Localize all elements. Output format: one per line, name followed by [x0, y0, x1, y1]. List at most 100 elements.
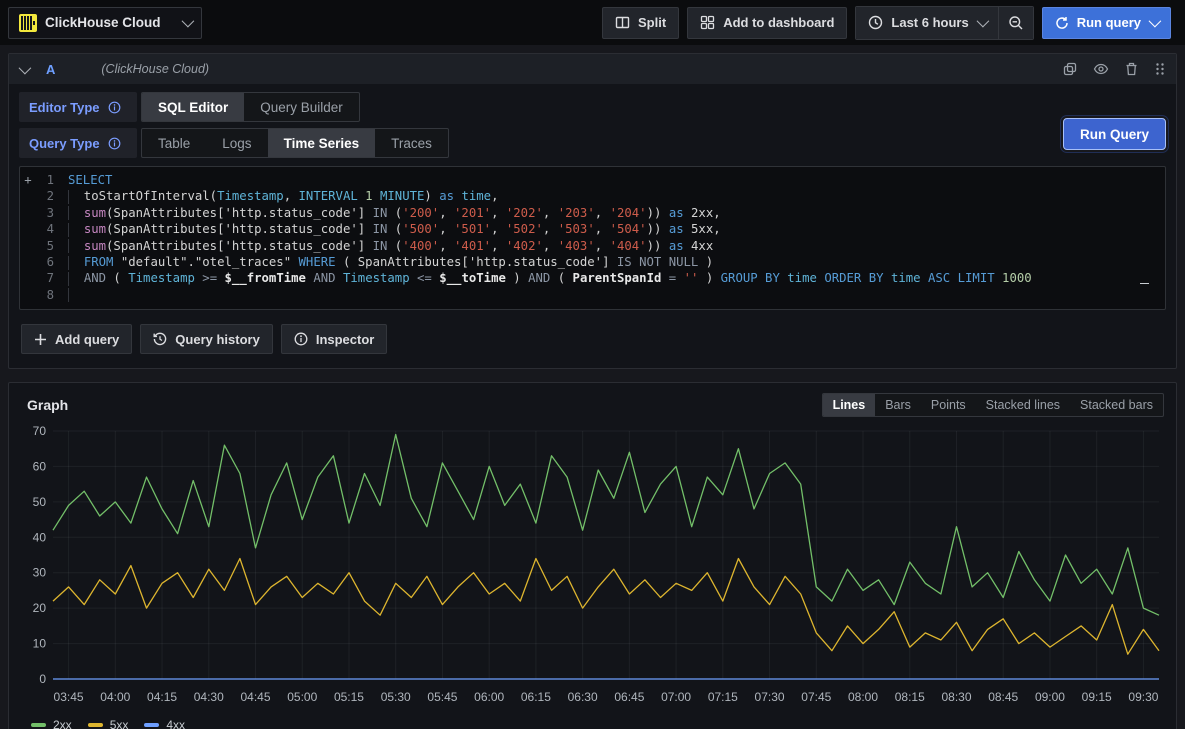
- query-history-label: Query history: [175, 332, 260, 347]
- code-line: 2 toStartOfInterval(Timestamp, INTERVAL …: [20, 188, 1165, 204]
- svg-text:70: 70: [33, 424, 47, 438]
- svg-text:05:45: 05:45: [427, 690, 457, 704]
- explore-content: A (ClickHouse Cloud) Run Query Editor Ty…: [0, 45, 1185, 729]
- add-to-dashboard-button[interactable]: Add to dashboard: [687, 7, 847, 39]
- info-icon[interactable]: [108, 137, 121, 150]
- chevron-down-icon: [976, 15, 989, 28]
- svg-text:09:15: 09:15: [1082, 690, 1112, 704]
- code-line: +1SELECT: [20, 172, 1165, 188]
- query-ref-id: A: [46, 62, 55, 77]
- svg-text:09:00: 09:00: [1035, 690, 1065, 704]
- svg-text:40: 40: [33, 531, 47, 545]
- run-query-panel-button[interactable]: Run Query: [1063, 118, 1166, 150]
- editor-cursor: [1140, 283, 1149, 284]
- time-series-chart[interactable]: 01020304050607003:4504:0004:1504:3004:45…: [21, 423, 1164, 729]
- graph-panel-title: Graph: [21, 397, 68, 413]
- query-datasource-hint: (ClickHouse Cloud): [101, 62, 209, 76]
- mode-stacked-lines[interactable]: Stacked lines: [976, 394, 1070, 416]
- time-range-label: Last 6 hours: [891, 15, 968, 30]
- apps-grid-icon: [700, 15, 715, 30]
- tab-query-builder[interactable]: Query Builder: [244, 93, 359, 121]
- code-line: 3 sum(SpanAttributes['http.status_code']…: [20, 205, 1165, 221]
- svg-text:06:45: 06:45: [614, 690, 644, 704]
- tab-traces[interactable]: Traces: [375, 129, 448, 157]
- tab-sql-editor[interactable]: SQL Editor: [142, 93, 244, 121]
- code-line: 4 sum(SpanAttributes['http.status_code']…: [20, 221, 1165, 237]
- legend-label: 2xx: [53, 718, 72, 729]
- zoom-out-icon: [1008, 15, 1024, 31]
- query-editor-panel: A (ClickHouse Cloud) Run Query Editor Ty…: [8, 53, 1177, 369]
- info-circle-icon: [294, 332, 308, 346]
- mode-bars[interactable]: Bars: [875, 394, 921, 416]
- tab-time-series[interactable]: Time Series: [268, 129, 376, 157]
- legend-item-4xx[interactable]: 4xx: [144, 718, 185, 729]
- add-query-button[interactable]: Add query: [21, 324, 132, 354]
- split-pane-icon: [615, 15, 630, 30]
- code-line: 7 AND ( Timestamp >= $__fromTime AND Tim…: [20, 270, 1165, 286]
- mode-points[interactable]: Points: [921, 394, 976, 416]
- datasource-picker[interactable]: ClickHouse Cloud: [8, 7, 202, 39]
- svg-text:50: 50: [33, 495, 47, 509]
- query-type-label: Query Type: [29, 136, 100, 151]
- collapse-chevron-icon[interactable]: [19, 61, 32, 74]
- query-editor-body: Run Query Editor Type SQL EditorQuery Bu…: [9, 84, 1176, 368]
- chevron-down-icon: [1149, 15, 1162, 28]
- sql-code-editor[interactable]: +1SELECT2 toStartOfInterval(Timestamp, I…: [19, 166, 1166, 310]
- delete-query-trash-icon[interactable]: [1125, 62, 1138, 76]
- chart-legend: 2xx 5xx 4xx: [21, 716, 1164, 729]
- svg-text:08:00: 08:00: [848, 690, 878, 704]
- split-button[interactable]: Split: [602, 7, 679, 39]
- svg-text:04:30: 04:30: [194, 690, 224, 704]
- editor-type-toggle: SQL EditorQuery Builder: [141, 92, 360, 122]
- chart-canvas[interactable]: 01020304050607003:4504:0004:1504:3004:45…: [21, 423, 1166, 711]
- info-icon[interactable]: [108, 101, 121, 114]
- svg-text:08:30: 08:30: [941, 690, 971, 704]
- svg-text:05:30: 05:30: [381, 690, 411, 704]
- clock-icon: [868, 15, 883, 30]
- code-line: 5 sum(SpanAttributes['http.status_code']…: [20, 238, 1165, 254]
- inspector-button[interactable]: Inspector: [281, 324, 388, 354]
- code-line: 8: [20, 287, 1165, 303]
- query-history-button[interactable]: Query history: [140, 324, 273, 354]
- mode-lines[interactable]: Lines: [823, 394, 876, 416]
- svg-text:07:00: 07:00: [661, 690, 691, 704]
- zoom-out-time-button[interactable]: [998, 7, 1033, 39]
- mode-stacked-bars[interactable]: Stacked bars: [1070, 394, 1163, 416]
- svg-text:06:30: 06:30: [568, 690, 598, 704]
- clickhouse-logo-icon: [19, 14, 37, 32]
- svg-text:07:30: 07:30: [755, 690, 785, 704]
- tab-logs[interactable]: Logs: [206, 129, 267, 157]
- refresh-icon: [1055, 16, 1069, 30]
- query-row-header[interactable]: A (ClickHouse Cloud): [9, 54, 1176, 84]
- time-range-picker[interactable]: Last 6 hours: [856, 7, 997, 39]
- svg-text:08:45: 08:45: [988, 690, 1018, 704]
- svg-text:03:45: 03:45: [54, 690, 84, 704]
- run-query-toolbar-button[interactable]: Run query: [1042, 7, 1171, 39]
- query-type-toggle: TableLogsTime SeriesTraces: [141, 128, 449, 158]
- svg-text:07:45: 07:45: [801, 690, 831, 704]
- duplicate-query-icon[interactable]: [1063, 62, 1077, 76]
- drag-handle-icon[interactable]: [1154, 62, 1166, 76]
- svg-text:05:00: 05:00: [287, 690, 317, 704]
- top-toolbar: ClickHouse Cloud Split Add to dashboard …: [0, 0, 1185, 45]
- run-query-toolbar-label: Run query: [1077, 15, 1141, 30]
- legend-swatch-icon: [88, 723, 103, 727]
- svg-text:07:15: 07:15: [708, 690, 738, 704]
- tab-table[interactable]: Table: [142, 129, 206, 157]
- disable-query-eye-icon[interactable]: [1093, 62, 1109, 76]
- svg-text:04:45: 04:45: [240, 690, 270, 704]
- svg-text:20: 20: [33, 601, 47, 615]
- svg-text:08:15: 08:15: [895, 690, 925, 704]
- query-type-field-label: Query Type: [19, 128, 137, 158]
- plus-icon: [34, 333, 47, 346]
- legend-item-2xx[interactable]: 2xx: [31, 718, 72, 729]
- graph-style-toggle: LinesBarsPointsStacked linesStacked bars: [822, 393, 1164, 417]
- svg-text:0: 0: [39, 672, 46, 686]
- svg-text:60: 60: [33, 460, 47, 474]
- legend-swatch-icon: [31, 723, 46, 727]
- legend-item-5xx[interactable]: 5xx: [88, 718, 129, 729]
- svg-text:04:15: 04:15: [147, 690, 177, 704]
- legend-label: 5xx: [110, 718, 129, 729]
- split-label: Split: [638, 15, 666, 30]
- editor-type-label: Editor Type: [29, 100, 100, 115]
